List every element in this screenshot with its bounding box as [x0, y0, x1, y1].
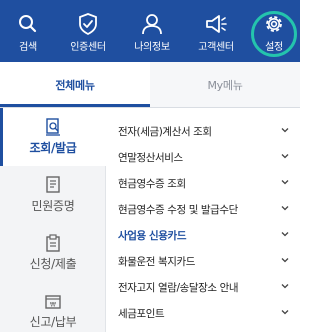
nav-search-label: 검색: [19, 42, 37, 53]
menu-item-label: 사업용 신용카드: [118, 230, 187, 242]
category-sidebar: 조회/발급 민원증명 신청/제출 ₩ 신고/납부: [0, 108, 106, 332]
certificate-icon: [46, 176, 60, 193]
menu-item-tax-point[interactable]: 세금포인트: [106, 301, 300, 327]
category-label: 민원증명: [31, 199, 75, 213]
menu-item-label: 현금영수증 조회: [118, 178, 186, 190]
chevron-down-icon: [281, 206, 289, 211]
tab-my-menu[interactable]: My메뉴: [150, 62, 300, 108]
menu-item-label: 전자(세금)계산서 조회: [118, 126, 212, 138]
menu-item-label: 전자고지 열람/송달장소 안내: [118, 282, 239, 294]
category-apply-submit[interactable]: 신청/제출: [0, 224, 106, 282]
menu-item-cash-receipt-modify[interactable]: 현금영수증 수정 및 발급수단: [106, 197, 300, 223]
menu-item-label: 연말정산서비스: [118, 152, 183, 164]
menu-item-cash-receipt-inquiry[interactable]: 현금영수증 조회: [106, 171, 300, 197]
megaphone-icon: [206, 15, 227, 33]
category-inquiry-issue[interactable]: 조회/발급: [0, 108, 106, 166]
document-search-icon: [46, 118, 60, 136]
menu-item-label: 현금영수증 수정 및 발급수단: [118, 204, 238, 216]
menu-item-business-credit-card[interactable]: 사업용 신용카드: [106, 223, 300, 249]
nav-search-button[interactable]: 검색: [0, 0, 56, 62]
category-label: 신고/납부: [29, 315, 77, 329]
menu-item-e-notice-view[interactable]: 전자고지 열람/송달장소 안내: [106, 275, 300, 301]
category-label: 신청/제출: [29, 257, 77, 271]
menu-item-freight-welfare-card[interactable]: 화물운전 복지카드: [106, 249, 300, 275]
nav-auth-center-button[interactable]: 인증센터: [56, 0, 120, 62]
category-report-payment[interactable]: ₩ 신고/납부: [0, 282, 106, 332]
chevron-down-icon: [281, 258, 289, 263]
nav-auth-center-label: 인증센터: [70, 42, 106, 53]
nav-my-info-label: 나의정보: [134, 42, 170, 53]
submenu-list: 전자(세금)계산서 조회 연말정산서비스 현금영수증 조회 현금영수증 수정 및…: [106, 108, 300, 332]
clipboard-icon: [46, 234, 60, 252]
tax-payment-icon: ₩: [45, 295, 61, 309]
tab-all-menu[interactable]: 전체메뉴: [0, 62, 150, 108]
category-label: 조회/발급: [29, 141, 77, 155]
menu-item-label: 화물운전 복지카드: [118, 256, 196, 268]
user-icon: [142, 14, 162, 35]
svg-text:₩: ₩: [50, 302, 56, 309]
top-nav-bar: 검색 인증센터 나의정보 고객센터 설정: [0, 0, 300, 62]
nav-customer-center-button[interactable]: 고객센터: [184, 0, 248, 62]
chevron-down-icon: [281, 154, 289, 159]
shield-check-icon: [79, 13, 97, 35]
nav-my-info-button[interactable]: 나의정보: [120, 0, 184, 62]
category-civil-certificate[interactable]: 민원증명: [0, 166, 106, 224]
settings-highlight-ring: [251, 11, 297, 57]
chevron-down-icon: [281, 128, 289, 133]
chevron-down-icon: [281, 232, 289, 237]
menu-item-year-end-settlement[interactable]: 연말정산서비스: [106, 145, 300, 171]
search-icon: [19, 15, 37, 33]
nav-customer-center-label: 고객센터: [198, 42, 234, 53]
chevron-down-icon: [281, 310, 289, 315]
menu-item-label: 세금포인트: [118, 308, 165, 320]
menu-tabs: 전체메뉴 My메뉴: [0, 62, 300, 108]
chevron-down-icon: [281, 284, 289, 289]
chevron-down-icon: [281, 180, 289, 185]
menu-item-e-invoice-inquiry[interactable]: 전자(세금)계산서 조회: [106, 119, 300, 145]
